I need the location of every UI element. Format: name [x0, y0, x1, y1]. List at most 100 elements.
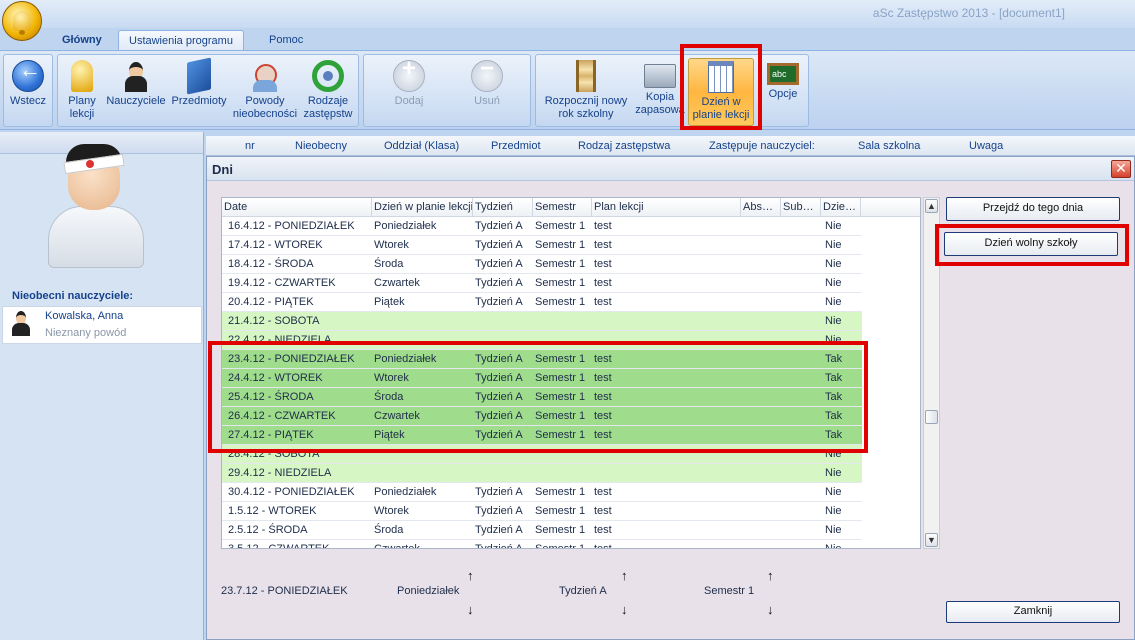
ribbon-tabs: Główny Ustawienia programu Pomoc: [0, 28, 1135, 51]
cell-date: 16.4.12 - PONIEDZIAŁEK: [228, 220, 355, 232]
app-menu-button[interactable]: [2, 1, 42, 41]
plus-icon: [393, 60, 425, 92]
options-button[interactable]: Opcje: [760, 58, 806, 126]
table-row[interactable]: 1.5.12 - WTOREK Wtorek Tydzień A Semestr 1 t…: [222, 502, 862, 521]
grid-col-dayoff[interactable]: Dzie…: [821, 198, 861, 217]
cell-plan: test: [594, 486, 612, 498]
types-button[interactable]: Rodzaje zastępstw: [300, 58, 356, 126]
col-class[interactable]: Oddział (Klasa): [384, 140, 459, 152]
table-row[interactable]: 28.4.12 - SOBOTA Nie: [222, 445, 862, 464]
table-row[interactable]: 29.4.12 - NIEDZIELA Nie: [222, 464, 862, 483]
grid-col-week[interactable]: Tydzień: [473, 198, 533, 217]
table-row[interactable]: 22.4.12 - NIEDZIELA Nie: [222, 331, 862, 350]
table-row[interactable]: 21.4.12 - SOBOTA Nie: [222, 312, 862, 331]
cell-semester: Semestr 1: [535, 486, 586, 498]
grid-col-abs[interactable]: Abs…: [741, 198, 781, 217]
cell-dayoff: Nie: [825, 467, 842, 479]
title-bar: aSc Zastępstwo 2013 - [document1]: [0, 0, 1135, 28]
tab-main[interactable]: Główny: [52, 30, 112, 51]
cell-date: 30.4.12 - PONIEDZIAŁEK: [228, 486, 355, 498]
scroll-down-icon[interactable]: ▼: [925, 533, 938, 547]
grid-col-date[interactable]: Date: [222, 198, 372, 217]
table-row[interactable]: 30.4.12 - PONIEDZIAŁEK Poniedziałek Tydzie…: [222, 483, 862, 502]
col-nr[interactable]: nr: [245, 140, 255, 152]
table-row[interactable]: 18.4.12 - ŚRODA Środa Tydzień A Semestr 1 te…: [222, 255, 862, 274]
scroll-thumb[interactable]: [925, 410, 938, 424]
cell-date: 21.4.12 - SOBOTA: [228, 315, 320, 327]
grid-scrollbar[interactable]: ▲ ▼: [923, 197, 940, 549]
semester-up-arrow-icon[interactable]: ↑: [767, 568, 774, 583]
cell-date: 22.4.12 - NIEDZIELA: [228, 334, 332, 346]
cell-week: Tydzień A: [475, 220, 523, 232]
ribbon-group-back: Wstecz: [3, 54, 53, 127]
col-subject[interactable]: Przedmiot: [491, 140, 541, 152]
day-in-plan-button[interactable]: Dzień w planie lekcji: [688, 58, 754, 126]
left-panel: Nieobecni nauczyciele: Kowalska, Anna Ni…: [0, 132, 204, 640]
table-row[interactable]: 25.4.12 - ŚRODA Środa Tydzień A Semestr 1 te…: [222, 388, 862, 407]
subjects-button[interactable]: Przedmioty: [168, 57, 230, 126]
add-button[interactable]: Dodaj: [374, 58, 444, 126]
plans-button[interactable]: Plany lekcji: [60, 58, 104, 126]
cell-week: Tydzień A: [475, 258, 523, 270]
cell-dayoff: Nie: [825, 220, 842, 232]
table-row[interactable]: 24.4.12 - WTOREK Wtorek Tydzień A Semestr 1…: [222, 369, 862, 388]
minus-icon: [471, 60, 503, 92]
col-note[interactable]: Uwaga: [969, 140, 1003, 152]
cell-plan: test: [594, 353, 612, 365]
grid-col-sub[interactable]: Sub…: [781, 198, 821, 217]
cell-semester: Semestr 1: [535, 543, 586, 549]
remove-button[interactable]: Usuń: [452, 58, 522, 126]
table-row[interactable]: 2.5.12 - ŚRODA Środa Tydzień A Semestr 1 tes…: [222, 521, 862, 540]
cell-semester: Semestr 1: [535, 429, 586, 441]
table-row[interactable]: 27.4.12 - PIĄTEK Piątek Tydzień A Semestr 1…: [222, 426, 862, 445]
table-row[interactable]: 23.4.12 - PONIEDZIAŁEK Poniedziałek Tydzie…: [222, 350, 862, 369]
cell-day: Poniedziałek: [374, 220, 437, 232]
cell-week: Tydzień A: [475, 391, 523, 403]
table-row[interactable]: 19.4.12 - CZWARTEK Czwartek Tydzień A Semes…: [222, 274, 862, 293]
new-year-button[interactable]: Rozpocznij nowy rok szkolny: [538, 58, 634, 126]
week-down-arrow-icon[interactable]: ↓: [621, 602, 628, 617]
substitutions-header: nr Nieobecny Oddział (Klasa) Przedmiot R…: [206, 136, 1135, 156]
table-row[interactable]: 26.4.12 - CZWARTEK Czwartek Tydzień A Semes…: [222, 407, 862, 426]
teachers-button[interactable]: Nauczyciele: [104, 58, 168, 126]
cell-plan: test: [594, 277, 612, 289]
reasons-button[interactable]: Powody nieobecności: [230, 58, 300, 126]
week-up-arrow-icon[interactable]: ↑: [621, 568, 628, 583]
col-sub-type[interactable]: Rodzaj zastępstwa: [578, 140, 670, 152]
tab-settings[interactable]: Ustawienia programu: [118, 30, 244, 51]
back-label: Wstecz: [9, 95, 47, 107]
cell-week: Tydzień A: [475, 429, 523, 441]
back-button[interactable]: Wstecz: [6, 58, 50, 126]
plans-label: Plany lekcji: [68, 95, 96, 120]
scroll-up-icon[interactable]: ▲: [925, 199, 938, 213]
day-down-arrow-icon[interactable]: ↓: [467, 602, 474, 617]
semester-down-arrow-icon[interactable]: ↓: [767, 602, 774, 617]
backup-button[interactable]: Kopia zapasowa: [634, 58, 686, 126]
col-room[interactable]: Sala szkolna: [858, 140, 920, 152]
close-button[interactable]: Zamknij: [946, 601, 1120, 623]
absent-teacher-item[interactable]: Kowalska, Anna Nieznany powód: [2, 306, 202, 344]
grid-col-day[interactable]: Dzień w planie lekcji: [372, 198, 473, 217]
cell-semester: Semestr 1: [535, 524, 586, 536]
cell-dayoff: Nie: [825, 486, 842, 498]
table-row[interactable]: 3.5.12 - CZWARTEK Czwartek Tydzień A Semest…: [222, 540, 862, 549]
cell-date: 24.4.12 - WTOREK: [228, 372, 323, 384]
goto-day-button[interactable]: Przejdź do tego dnia: [946, 197, 1120, 221]
remove-label: Usuń: [474, 95, 500, 107]
table-row[interactable]: 16.4.12 - PONIEDZIAŁEK Poniedziałek Tydzie…: [222, 217, 862, 236]
cell-day: Wtorek: [374, 372, 409, 384]
close-icon[interactable]: ✕: [1111, 160, 1131, 178]
cell-semester: Semestr 1: [535, 505, 586, 517]
new-year-label: Rozpocznij nowy rok szkolny: [544, 95, 628, 120]
table-row[interactable]: 20.4.12 - PIĄTEK Piątek Tydzień A Semestr 1…: [222, 293, 862, 312]
grid-col-plan[interactable]: Plan lekcji: [592, 198, 741, 217]
school-day-off-button[interactable]: Dzień wolny szkoły: [944, 232, 1118, 256]
day-up-arrow-icon[interactable]: ↑: [467, 568, 474, 583]
tab-help[interactable]: Pomoc: [259, 30, 313, 51]
col-absent[interactable]: Nieobecny: [295, 140, 347, 152]
reasons-label: Powody nieobecności: [232, 95, 298, 120]
table-row[interactable]: 17.4.12 - WTOREK Wtorek Tydzień A Semestr 1…: [222, 236, 862, 255]
col-replacement[interactable]: Zastępuje nauczyciel:: [709, 140, 815, 152]
grid-col-semester[interactable]: Semestr: [533, 198, 592, 217]
cell-dayoff: Tak: [825, 391, 843, 403]
